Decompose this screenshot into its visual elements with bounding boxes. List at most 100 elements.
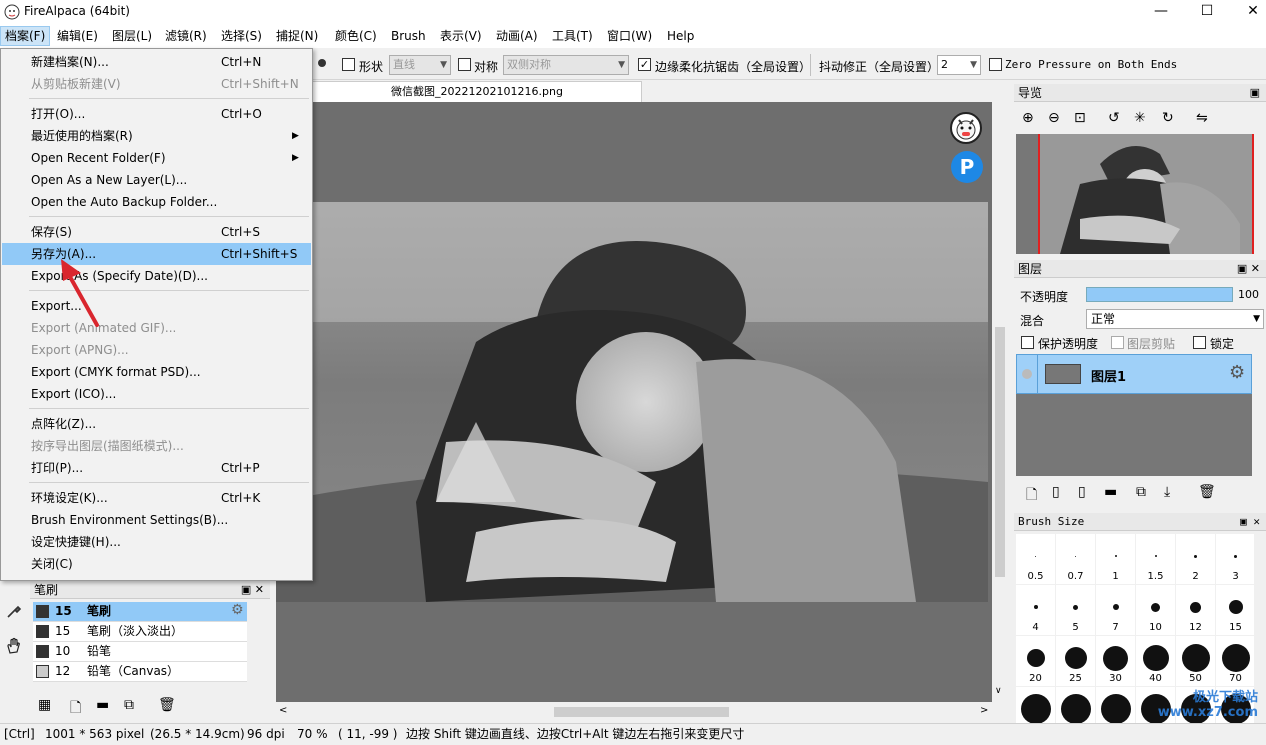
brush-size-cell[interactable]: 25: [1056, 636, 1095, 686]
gear-icon[interactable]: ⚙: [1229, 362, 1245, 383]
file-menu-item[interactable]: Export (ICO)...: [2, 383, 311, 405]
new-8bit-layer-icon[interactable]: ▯: [1052, 484, 1060, 500]
menu-window[interactable]: 窗口(W): [603, 26, 656, 46]
menu-animation[interactable]: 动画(A): [492, 26, 542, 46]
brush-size-cell[interactable]: 2: [1176, 534, 1215, 584]
menu-filter[interactable]: 滤镜(R): [161, 26, 211, 46]
delete-layer-icon[interactable]: 🗑: [1198, 484, 1216, 500]
layer-list-scrollbar[interactable]: [1254, 354, 1266, 476]
file-menu-item[interactable]: 最近使用的档案(R) ▶: [2, 125, 311, 147]
blend-mode-select[interactable]: 正常 ▼: [1086, 309, 1264, 329]
menu-snap[interactable]: 捕捉(N): [272, 26, 322, 46]
file-menu-item[interactable]: 点阵化(Z)...: [2, 413, 311, 435]
scroll-down-arrow-icon[interactable]: ∨: [995, 686, 1002, 696]
rotate-right-icon[interactable]: ↻: [1162, 110, 1174, 126]
brush-size-cell[interactable]: [1056, 687, 1095, 723]
file-menu-item[interactable]: 保存(S) Ctrl+S: [2, 221, 311, 243]
file-menu-item[interactable]: 关闭(C): [2, 553, 311, 575]
flip-horizontal-icon[interactable]: ⇋: [1196, 110, 1208, 126]
file-menu-item[interactable]: 环境设定(K)... Ctrl+K: [2, 487, 311, 509]
close-button[interactable]: ✕: [1230, 0, 1266, 24]
brush-size-cell[interactable]: 20: [1016, 636, 1055, 686]
menu-brush[interactable]: Brush: [387, 26, 430, 46]
menu-color[interactable]: 颜色(C): [331, 26, 381, 46]
file-menu-item[interactable]: Open As a New Layer(L)...: [2, 169, 311, 191]
brush-size-cell[interactable]: 4: [1016, 585, 1055, 635]
zoom-in-icon[interactable]: ⊕: [1022, 110, 1034, 126]
menu-layer[interactable]: 图层(L): [108, 26, 156, 46]
file-menu-item[interactable]: 打开(O)... Ctrl+O: [2, 103, 311, 125]
file-menu-item[interactable]: 设定快捷键(H)...: [2, 531, 311, 553]
eyedropper-icon[interactable]: [6, 603, 22, 619]
panel-float-icon[interactable]: ▣ ✕: [1240, 513, 1260, 531]
brush-list-item[interactable]: 15 笔刷（淡入淡出）: [33, 622, 247, 642]
canvas-horizontal-scrollbar[interactable]: < >: [276, 703, 992, 721]
new-layer-icon[interactable]: 🗋: [1026, 484, 1037, 508]
file-menu-item[interactable]: Open the Auto Backup Folder...: [2, 191, 311, 213]
brush-size-cell[interactable]: [1016, 687, 1055, 723]
navigator-viewport[interactable]: [1038, 134, 1254, 254]
hand-icon[interactable]: [5, 637, 23, 655]
scrollbar-thumb[interactable]: [995, 327, 1005, 577]
brush-folder-icon[interactable]: ▬: [96, 697, 109, 713]
zoom-out-icon[interactable]: ⊖: [1048, 110, 1060, 126]
brush-size-cell[interactable]: 1: [1096, 534, 1135, 584]
brush-list-item[interactable]: 15 笔刷 ⚙: [33, 602, 247, 622]
menu-edit[interactable]: 编辑(E): [53, 26, 102, 46]
brush-size-cell[interactable]: 70: [1216, 636, 1254, 686]
alpaca-logo-icon[interactable]: [950, 112, 982, 144]
shape-checkbox[interactable]: [342, 58, 355, 71]
file-menu-item[interactable]: Export...: [2, 295, 311, 317]
gear-icon[interactable]: ⚙: [231, 602, 244, 620]
opacity-slider[interactable]: [1086, 287, 1233, 302]
panel-float-icon[interactable]: ▣ ✕: [241, 581, 264, 599]
brush-list-scrollbar[interactable]: [250, 602, 266, 692]
save-brush-icon[interactable]: ▦: [38, 697, 51, 713]
navigator-preview[interactable]: [1016, 134, 1254, 254]
file-menu-item[interactable]: 另存为(A)... Ctrl+Shift+S: [2, 243, 311, 265]
brush-size-cell[interactable]: 0.5: [1016, 534, 1055, 584]
visibility-icon[interactable]: [1022, 369, 1032, 379]
menu-tools[interactable]: 工具(T): [548, 26, 597, 46]
file-menu-item[interactable]: Export (CMYK format PSD)...: [2, 361, 311, 383]
menu-view[interactable]: 表示(V): [436, 26, 486, 46]
panel-float-icon[interactable]: ▣ ✕: [1237, 260, 1260, 278]
new-folder-icon[interactable]: ▬: [1104, 484, 1117, 500]
file-menu-item[interactable]: Brush Environment Settings(B)...: [2, 509, 311, 531]
menu-select[interactable]: 选择(S): [217, 26, 266, 46]
brush-size-cell[interactable]: 1.5: [1136, 534, 1175, 584]
brush-size-cell[interactable]: 0.7: [1056, 534, 1095, 584]
pixiv-icon[interactable]: P: [951, 151, 983, 183]
lock-checkbox[interactable]: [1193, 336, 1206, 349]
brush-list-item[interactable]: 12 铅笔（Canvas）: [33, 662, 247, 682]
shape-select[interactable]: 直线 ▼: [389, 55, 451, 75]
layer-row[interactable]: 图层1 ⚙: [1016, 354, 1252, 394]
file-menu-item[interactable]: Export As (Specify Date)(D)...: [2, 265, 311, 287]
duplicate-layer-icon[interactable]: ⧉: [1136, 484, 1146, 500]
brush-size-cell[interactable]: 5: [1056, 585, 1095, 635]
document-tab[interactable]: 微信截图_20221202101216.png: [312, 81, 642, 102]
file-menu-item[interactable]: Open Recent Folder(F) ▶: [2, 147, 311, 169]
stabilizer-select[interactable]: 2 ▼: [937, 55, 981, 75]
file-menu-item[interactable]: 新建档案(N)... Ctrl+N: [2, 51, 311, 73]
minimize-button[interactable]: —: [1138, 0, 1184, 24]
zero-pressure-checkbox[interactable]: [989, 58, 1002, 71]
brush-size-cell[interactable]: 30: [1096, 636, 1135, 686]
brush-list-item[interactable]: 10 铅笔: [33, 642, 247, 662]
maximize-button[interactable]: ☐: [1184, 0, 1230, 24]
brush-size-cell[interactable]: 15: [1216, 585, 1254, 635]
file-menu-item[interactable]: 打印(P)... Ctrl+P: [2, 457, 311, 479]
brush-size-cell[interactable]: 7: [1096, 585, 1135, 635]
zoom-fit-icon[interactable]: ⊡: [1074, 110, 1086, 126]
delete-brush-icon[interactable]: 🗑: [158, 697, 176, 713]
protect-alpha-checkbox[interactable]: [1021, 336, 1034, 349]
new-1bit-layer-icon[interactable]: ▯: [1078, 484, 1086, 500]
canvas-image[interactable]: [276, 202, 988, 602]
scroll-left-arrow-icon[interactable]: <: [279, 705, 287, 716]
clipping-checkbox[interactable]: [1111, 336, 1124, 349]
menu-help[interactable]: Help: [663, 26, 698, 46]
symmetry-checkbox[interactable]: [458, 58, 471, 71]
scroll-right-arrow-icon[interactable]: >: [980, 705, 988, 716]
merge-down-icon[interactable]: ⤓: [1164, 484, 1170, 500]
duplicate-brush-icon[interactable]: ⧉: [124, 697, 134, 713]
